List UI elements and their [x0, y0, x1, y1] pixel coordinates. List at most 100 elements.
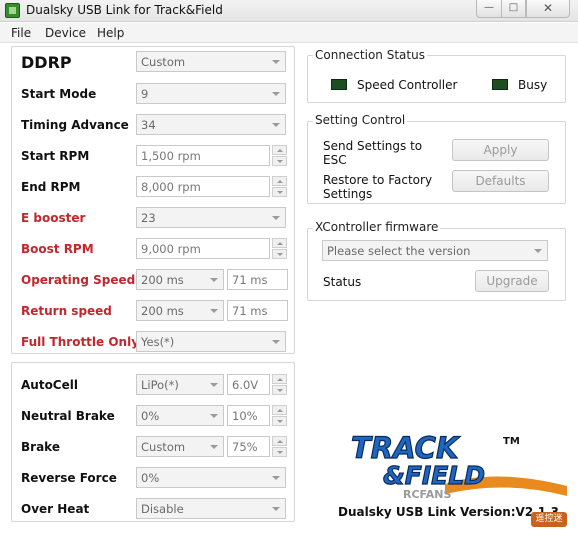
chevron-down-icon — [272, 92, 280, 96]
spin-up-icon[interactable] — [272, 145, 287, 155]
firmware-status-label: Status — [323, 275, 362, 289]
timing-advance-select[interactable]: 34 — [136, 114, 286, 135]
end-rpm-label: End RPM — [21, 180, 81, 194]
reverse-force-select[interactable]: 0% — [136, 467, 286, 488]
over-heat-value: Disable — [141, 502, 184, 516]
spin-up-icon[interactable] — [272, 436, 287, 446]
brake-value: Custom — [141, 440, 186, 454]
return-speed-field[interactable]: 71 ms — [227, 300, 288, 321]
chevron-down-icon — [272, 507, 280, 511]
operating-speed-field[interactable]: 71 ms — [227, 269, 288, 290]
preset-select[interactable]: Custom — [136, 51, 286, 72]
start-mode-select[interactable]: 9 — [136, 83, 286, 104]
chevron-down-icon — [534, 249, 542, 253]
rcfans-text: RCFANS — [403, 488, 452, 498]
spin-down-icon[interactable] — [272, 156, 287, 166]
connection-status-title: Connection Status — [313, 48, 427, 62]
menu-help[interactable]: Help — [97, 26, 124, 40]
neutral-brake-select[interactable]: 0% — [136, 405, 224, 426]
spin-up-icon[interactable] — [272, 176, 287, 186]
brake-stepper — [272, 436, 287, 457]
close-button[interactable]: ✕ — [526, 0, 570, 18]
app-icon — [5, 3, 20, 18]
spin-up-icon[interactable] — [272, 405, 287, 415]
timing-advance-label: Timing Advance — [21, 118, 129, 132]
start-mode-value: 9 — [141, 87, 149, 101]
end-rpm-stepper — [272, 176, 287, 197]
send-settings-text: Send Settings to ESC — [323, 139, 422, 167]
autocell-voltage-input[interactable]: 6.0V — [227, 374, 270, 395]
neutral-brake-stepper — [272, 405, 287, 426]
boost-rpm-value: 9,000 rpm — [141, 242, 201, 256]
spin-down-icon[interactable] — [272, 385, 287, 395]
spin-up-icon[interactable] — [272, 238, 287, 248]
over-heat-select[interactable]: Disable — [136, 498, 286, 519]
chevron-down-icon — [210, 309, 218, 313]
send-settings-line2: ESC — [323, 153, 347, 167]
spin-down-icon[interactable] — [272, 249, 287, 259]
autocell-label: AutoCell — [21, 378, 78, 392]
full-throttle-select[interactable]: Yes(*) — [136, 331, 286, 352]
minimize-button[interactable]: — — [476, 0, 502, 18]
apply-button[interactable]: Apply — [452, 139, 549, 161]
restore-line2: Settings — [323, 187, 373, 201]
busy-label: Busy — [518, 78, 548, 92]
neutral-brake-value: 0% — [141, 409, 160, 423]
brake-percent-input[interactable]: 75% — [227, 436, 270, 457]
return-speed-ms: 71 ms — [232, 304, 268, 318]
start-rpm-value: 1,500 rpm — [141, 149, 201, 163]
operating-speed-select[interactable]: 200 ms — [136, 269, 224, 290]
brake-select[interactable]: Custom — [136, 436, 224, 457]
firmware-title: XController firmware — [313, 220, 441, 234]
start-rpm-label: Start RPM — [21, 149, 90, 163]
end-rpm-input[interactable]: 8,000 rpm — [136, 176, 270, 197]
restore-factory-text: Restore to Factory Settings — [323, 173, 432, 201]
chevron-down-icon — [272, 60, 280, 64]
return-speed-value: 200 ms — [141, 304, 184, 318]
e-booster-label: E booster — [21, 211, 86, 225]
autocell-voltage: 6.0V — [232, 378, 259, 392]
track-field-logo: TRACK &FIELD TM RCFANS — [350, 430, 567, 498]
defaults-button[interactable]: Defaults — [452, 170, 549, 192]
maximize-button[interactable]: □ — [501, 0, 526, 18]
neutral-brake-percent: 10% — [232, 409, 258, 423]
e-booster-select[interactable]: 23 — [136, 207, 286, 228]
boost-rpm-input[interactable]: 9,000 rpm — [136, 238, 270, 259]
window-title: Dualsky USB Link for Track&Field — [26, 3, 223, 17]
operating-speed-value: 200 ms — [141, 273, 184, 287]
brake-label: Brake — [21, 440, 60, 454]
chevron-down-icon — [272, 476, 280, 480]
reverse-force-value: 0% — [141, 471, 160, 485]
return-speed-label: Return speed — [21, 304, 112, 318]
return-speed-select[interactable]: 200 ms — [136, 300, 224, 321]
menu-device[interactable]: Device — [45, 26, 86, 40]
upgrade-button[interactable]: Upgrade — [475, 270, 549, 292]
reverse-force-label: Reverse Force — [21, 471, 117, 485]
spin-down-icon[interactable] — [272, 447, 287, 457]
chevron-down-icon — [272, 340, 280, 344]
firmware-version-select[interactable]: Please select the version — [322, 240, 548, 261]
rcfans-watermark: 遥控迷 — [531, 512, 567, 527]
chevron-down-icon — [272, 123, 280, 127]
version-text: Dualsky USB Link Version:V2.1.3 — [338, 505, 559, 519]
neutral-brake-label: Neutral Brake — [21, 409, 115, 423]
spin-up-icon[interactable] — [272, 374, 287, 384]
spin-down-icon[interactable] — [272, 187, 287, 197]
speed-controller-label: Speed Controller — [357, 78, 458, 92]
logo-field-text: &FIELD — [383, 461, 485, 490]
boost-rpm-label: Boost RPM — [21, 242, 94, 256]
neutral-brake-percent-input[interactable]: 10% — [227, 405, 270, 426]
speed-controller-led-icon — [331, 79, 347, 90]
firmware-version-placeholder: Please select the version — [327, 244, 471, 258]
chevron-down-icon — [272, 216, 280, 220]
end-rpm-value: 8,000 rpm — [141, 180, 201, 194]
e-booster-value: 23 — [141, 211, 156, 225]
start-rpm-input[interactable]: 1,500 rpm — [136, 145, 270, 166]
full-throttle-label: Full Throttle Only — [21, 335, 140, 349]
chevron-down-icon — [210, 383, 218, 387]
spin-down-icon[interactable] — [272, 416, 287, 426]
autocell-select[interactable]: LiPo(*) — [136, 374, 224, 395]
autocell-stepper — [272, 374, 287, 395]
ddrp-heading: DDRP — [21, 53, 72, 72]
menu-file[interactable]: File — [11, 26, 31, 40]
